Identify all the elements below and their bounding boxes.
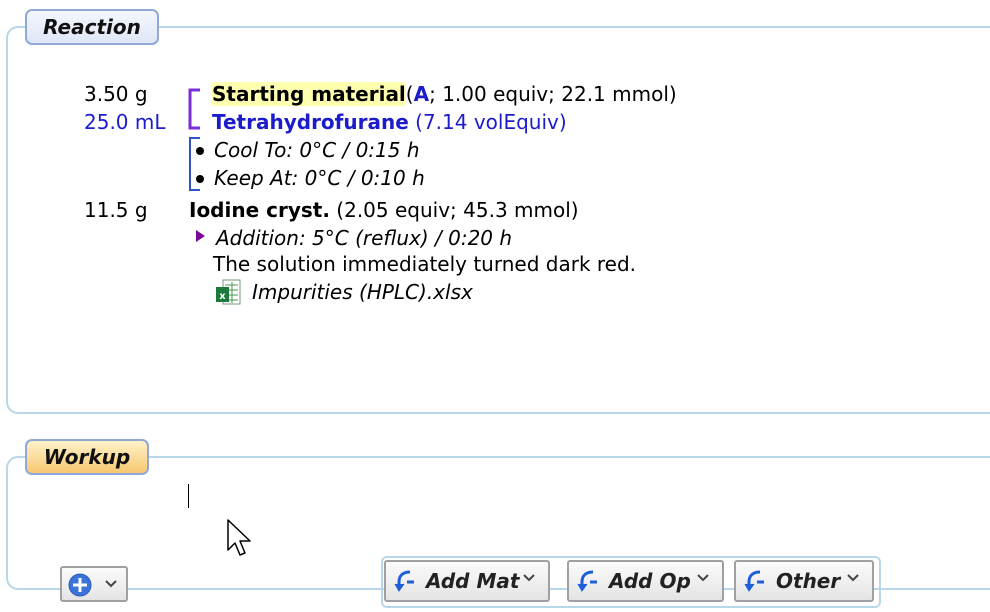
add-op-label: Add Op (609, 569, 691, 593)
add-arrow-icon (744, 570, 764, 592)
bullet-icon (196, 175, 204, 183)
material-row-solvent[interactable]: Tetrahydrofurane (7.14 volEquiv) (212, 110, 567, 134)
material-row-iodine[interactable]: Iodine cryst. (2.05 equiv; 45.3 mmol) (189, 198, 579, 222)
op-cool-to[interactable]: Cool To: 0°C / 0:15 h (214, 138, 420, 162)
excel-file-icon: x (216, 279, 241, 305)
other-label: Other (776, 569, 841, 593)
add-item-dropdown-button[interactable] (60, 566, 128, 602)
amount-solvent[interactable]: 25.0 mL (84, 110, 166, 134)
add-mat-label: Add Mat (426, 569, 520, 593)
add-mat-button[interactable]: Add Mat (384, 560, 550, 602)
chevron-down-icon (697, 574, 709, 582)
svg-text:x: x (219, 291, 226, 302)
workup-section-tab[interactable]: Workup (25, 439, 149, 475)
reaction-section-tab[interactable]: Reaction (25, 9, 159, 45)
chevron-down-icon (523, 574, 535, 582)
plus-circle-icon (68, 573, 92, 597)
material-row-starting[interactable]: Starting material(A; 1.00 equiv; 22.1 mm… (212, 82, 677, 106)
attachment-filename[interactable]: Impurities (HPLC).xlsx (252, 280, 473, 304)
op-keep-at[interactable]: Keep At: 0°C / 0:10 h (214, 166, 425, 190)
iodine-details: (2.05 equiv; 45.3 mmol) (336, 198, 579, 222)
material-details: ; 1.00 equiv; 22.1 mmol) (429, 82, 677, 106)
ref-open: ( (405, 82, 414, 106)
solvent-details: (7.14 volEquiv) (415, 110, 567, 134)
material-name[interactable]: Starting material (212, 82, 406, 106)
group-bracket-purple (188, 88, 200, 130)
chevron-down-icon (105, 580, 117, 588)
text-caret (188, 484, 189, 508)
iodine-name[interactable]: Iodine cryst. (189, 198, 330, 222)
add-arrow-icon (394, 570, 414, 592)
op-addition[interactable]: Addition: 5°C (reflux) / 0:20 h (216, 226, 512, 250)
amount-iodine[interactable]: 11.5 g (84, 198, 148, 222)
addition-triangle-icon (196, 230, 205, 242)
comment-text[interactable]: The solution immediately turned dark red… (213, 252, 636, 276)
group-bracket-blue (189, 137, 200, 191)
chevron-down-icon (847, 574, 859, 582)
mouse-pointer-icon (227, 519, 251, 556)
bullet-icon (196, 147, 204, 155)
material-ref-label: A (413, 82, 430, 106)
add-arrow-icon (577, 570, 597, 592)
other-button[interactable]: Other (734, 560, 874, 602)
amount-starting-material[interactable]: 3.50 g (84, 82, 148, 106)
solvent-name[interactable]: Tetrahydrofurane (212, 110, 409, 134)
add-op-button[interactable]: Add Op (567, 560, 724, 602)
